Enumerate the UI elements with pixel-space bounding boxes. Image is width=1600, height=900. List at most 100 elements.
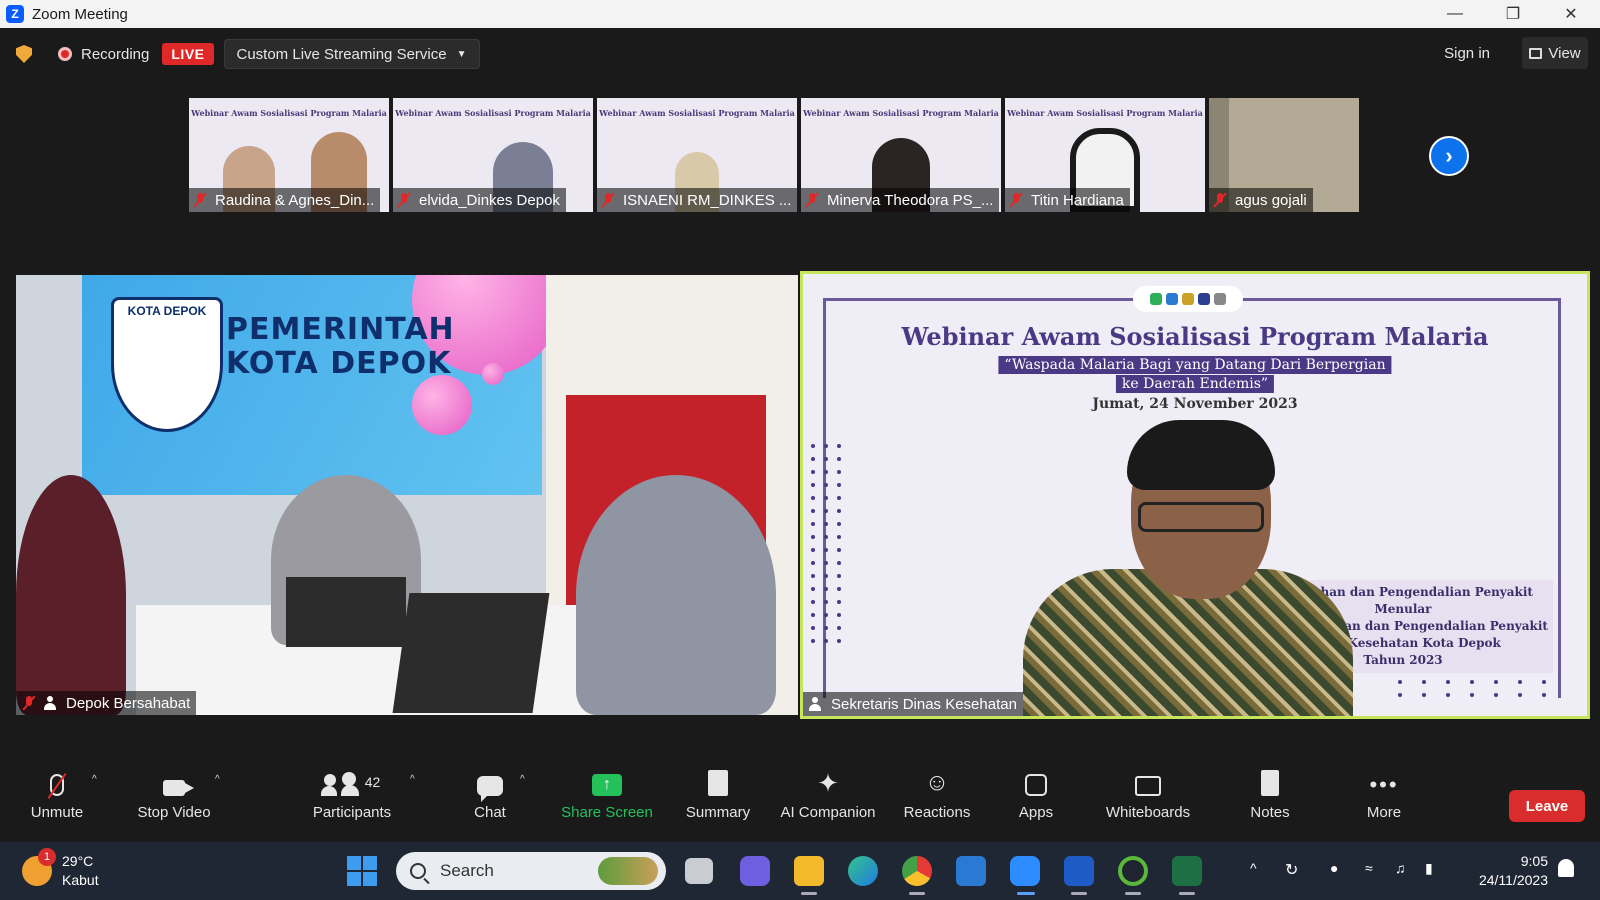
thumb-slide-title: Webinar Awam Sosialisasi Program Malaria: [599, 108, 795, 118]
more-label: More: [1366, 804, 1402, 821]
decor-dots: [811, 444, 841, 643]
participant-thumbnail[interactable]: Webinar Awam Sosialisasi Program Malaria…: [393, 98, 593, 212]
participant-thumbnail[interactable]: agus gojali: [1209, 98, 1359, 212]
grid-view-icon: [1529, 47, 1543, 59]
participant-name: agus gojali: [1235, 191, 1307, 209]
share-screen-button[interactable]: ↑ Share Screen: [560, 760, 654, 842]
logo-icon: [1150, 293, 1162, 305]
participant-thumbnail[interactable]: Webinar Awam Sosialisasi Program Malaria…: [801, 98, 1001, 212]
speaker-hair: [1127, 420, 1275, 490]
logo-icon: [1182, 293, 1194, 305]
participant-person: [16, 475, 126, 715]
search-placeholder: Search: [440, 861, 494, 880]
microphone-icon[interactable]: ●: [1330, 860, 1338, 876]
more-button[interactable]: ••• More: [1362, 760, 1406, 842]
speaker-person: [1023, 420, 1353, 716]
task-view-icon[interactable]: [685, 858, 713, 884]
edge-browser-icon[interactable]: [848, 856, 878, 886]
banner-title: PEMERINTAH KOTA DEPOK: [226, 313, 455, 381]
host-person-icon: [44, 696, 56, 710]
audio-options-caret-icon[interactable]: ^: [92, 774, 97, 785]
whiteboards-button[interactable]: Whiteboards: [1100, 760, 1196, 842]
participant-thumbnail[interactable]: Webinar Awam Sosialisasi Program Malaria…: [597, 98, 797, 212]
camera-icon: [163, 780, 194, 796]
participant-thumbnail[interactable]: Webinar Awam Sosialisasi Program Malaria…: [1005, 98, 1205, 212]
meeting-topbar: Recording LIVE Custom Live Streaming Ser…: [0, 28, 1600, 80]
meeting-toolbar: Unmute ^ Stop Video ^ 42 Participants ^ …: [0, 760, 1600, 842]
windows-taskbar: 1 29°C Kabut Search ^ ↻ ● ≈ ♫ ▮ 9:05 24/…: [0, 842, 1600, 900]
slide-logos: [1133, 286, 1243, 312]
leave-button[interactable]: Leave: [1509, 790, 1585, 822]
minimize-icon[interactable]: —: [1426, 0, 1484, 28]
kota-depok-logo: KOTA DEPOK: [111, 297, 223, 432]
file-explorer-icon[interactable]: [794, 856, 824, 886]
video-options-caret-icon[interactable]: ^: [215, 774, 220, 785]
participants-button[interactable]: 42 Participants: [308, 760, 396, 842]
mail-icon[interactable]: [956, 856, 986, 886]
participants-options-caret-icon[interactable]: ^: [410, 774, 415, 785]
close-icon[interactable]: ✕: [1542, 0, 1600, 28]
recording-label: Recording: [81, 45, 150, 63]
view-button[interactable]: View: [1522, 37, 1588, 69]
zoom-taskbar-icon[interactable]: [1010, 856, 1040, 886]
excel-icon[interactable]: [1172, 856, 1202, 886]
app-active-indicator: [1017, 892, 1035, 895]
sync-icon[interactable]: ↻: [1285, 860, 1298, 880]
security-shield-icon[interactable]: [16, 45, 32, 63]
chat-options-caret-icon[interactable]: ^: [520, 774, 525, 785]
wifi-icon[interactable]: ≈: [1365, 860, 1373, 876]
word-icon[interactable]: [1064, 856, 1094, 886]
taskbar-clock[interactable]: 9:05 24/11/2023: [1468, 852, 1548, 890]
app-running-indicator: [1179, 892, 1195, 895]
video-tile-active-speaker[interactable]: Webinar Awam Sosialisasi Program Malaria…: [800, 271, 1590, 719]
chat-button[interactable]: Chat: [462, 760, 518, 842]
live-badge[interactable]: LIVE: [162, 43, 214, 65]
recording-icon: [58, 47, 72, 61]
sign-in-link[interactable]: Sign in: [1444, 45, 1490, 62]
participant-name: Titin Hardiana: [1031, 191, 1124, 209]
apps-icon: [1025, 774, 1047, 796]
taskbar-search-box[interactable]: Search: [396, 852, 666, 890]
windows-start-icon[interactable]: [347, 856, 377, 886]
volume-icon[interactable]: ♫: [1395, 860, 1406, 876]
participant-thumbnail[interactable]: Webinar Awam Sosialisasi Program Malaria…: [189, 98, 389, 212]
teams-chat-icon[interactable]: [740, 856, 770, 886]
apps-button[interactable]: Apps: [1016, 760, 1056, 842]
restore-icon[interactable]: ❐: [1484, 0, 1542, 28]
weather-description: Kabut: [62, 872, 99, 888]
participant-name-tag: Titin Hardiana: [1005, 188, 1130, 212]
video-tile-depok-bersahabat[interactable]: KOTA DEPOK PEMERINTAH KOTA DEPOK Depok B…: [16, 275, 798, 715]
chrome-browser-icon[interactable]: [902, 856, 932, 886]
participant-thumbnail-strip: Webinar Awam Sosialisasi Program Malaria…: [189, 98, 1359, 212]
notification-bell-icon[interactable]: [1558, 859, 1574, 877]
slide-date: Jumat, 24 November 2023: [1092, 396, 1298, 412]
mic-muted-icon: [193, 192, 207, 208]
next-page-arrow-icon[interactable]: ›: [1429, 136, 1469, 176]
notes-icon: [1261, 770, 1279, 796]
laptop: [392, 593, 550, 713]
app-circle-icon[interactable]: [1118, 856, 1148, 886]
slide-title: Webinar Awam Sosialisasi Program Malaria: [901, 322, 1489, 351]
unmute-button[interactable]: Unmute: [24, 760, 90, 842]
share-screen-icon: ↑: [592, 774, 622, 796]
tray-overflow-icon[interactable]: ^: [1250, 860, 1257, 876]
battery-icon[interactable]: ▮: [1425, 860, 1433, 877]
speaker-glasses: [1138, 502, 1264, 532]
ai-companion-button[interactable]: ✦ AI Companion: [776, 760, 880, 842]
participants-label: Participants: [312, 804, 392, 821]
summary-button[interactable]: Summary: [682, 760, 754, 842]
zoom-logo-icon: Z: [6, 5, 24, 23]
reactions-button[interactable]: ☺ Reactions: [900, 760, 974, 842]
host-person-icon: [809, 697, 821, 711]
more-dots-icon: •••: [1369, 772, 1399, 797]
notes-button[interactable]: Notes: [1246, 760, 1294, 842]
summary-label: Summary: [685, 804, 751, 821]
participant-name: elvida_Dinkes Depok: [419, 191, 560, 209]
weather-widget[interactable]: 1 29°C Kabut: [22, 848, 99, 890]
thumb-slide-title: Webinar Awam Sosialisasi Program Malaria: [803, 108, 999, 118]
stream-service-dropdown[interactable]: Custom Live Streaming Service ▼: [223, 39, 480, 69]
app-running-indicator: [909, 892, 925, 895]
stop-video-button[interactable]: Stop Video: [132, 760, 216, 842]
logo-icon: [1166, 293, 1178, 305]
participant-name-tag: Raudina & Agnes_Din...: [189, 188, 381, 212]
